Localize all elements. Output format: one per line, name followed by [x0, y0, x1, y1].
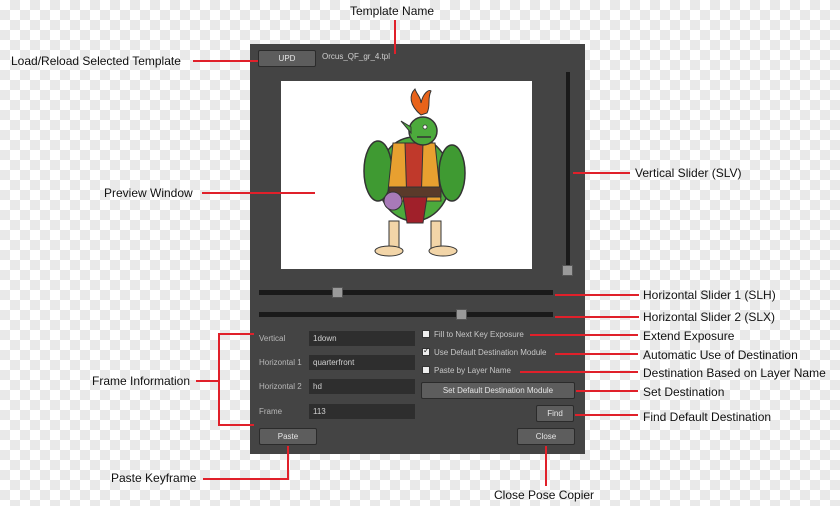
automatic-use-annotation: Automatic Use of Destination — [643, 348, 798, 362]
frame-bracket-side — [218, 333, 220, 426]
horizontal-slider-1-handle[interactable] — [332, 287, 343, 298]
horizontal-2-field[interactable]: hd — [309, 379, 415, 394]
upd-button[interactable]: UPD — [258, 50, 316, 67]
use-default-destination-label: Use Default Destination Module — [434, 348, 547, 357]
load-reload-line — [193, 60, 258, 62]
automatic-use-line — [555, 353, 638, 355]
find-default-annotation: Find Default Destination — [643, 410, 772, 424]
extend-exposure-line — [530, 334, 638, 336]
frame-bracket-bottom — [218, 424, 254, 426]
horizontal-slider-2-handle[interactable] — [456, 309, 467, 320]
horizontal-slider-1-line — [555, 294, 639, 296]
horizontal-2-label: Horizontal 2 — [259, 382, 302, 391]
frame-bracket-top — [218, 333, 254, 335]
paste-keyframe-line-h — [203, 478, 289, 480]
paste-by-layer-checkbox[interactable] — [422, 366, 430, 374]
template-name-line — [394, 20, 396, 54]
vertical-label: Vertical — [259, 334, 286, 343]
fill-next-key-checkbox[interactable] — [422, 330, 430, 338]
vertical-slider-line — [573, 172, 630, 174]
vertical-slider-handle[interactable] — [562, 265, 573, 276]
horizontal-1-label: Horizontal 1 — [259, 358, 302, 367]
frame-information-line — [196, 380, 218, 382]
paste-keyframe-line-v — [287, 446, 289, 479]
frame-label: Frame — [259, 407, 283, 416]
fill-next-key-label: Fill to Next Key Exposure — [434, 330, 524, 339]
frame-information-annotation: Frame Information — [92, 374, 191, 388]
set-destination-line — [576, 390, 638, 392]
preview-window-line — [202, 192, 315, 194]
template-file-name: Orcus_QF_gr_4.tpl — [322, 52, 391, 61]
template-name-annotation: Template Name — [350, 4, 435, 18]
destination-layer-line — [520, 371, 638, 373]
horizontal-slider-2-line — [555, 316, 639, 318]
preview-window-annotation: Preview Window — [104, 186, 193, 200]
paste-keyframe-annotation: Paste Keyframe — [111, 471, 197, 485]
horizontal-slider-1-track[interactable] — [259, 290, 553, 295]
destination-layer-annotation: Destination Based on Layer Name — [643, 366, 826, 380]
paste-by-layer-label: Paste by Layer Name — [434, 366, 511, 375]
vertical-field[interactable]: 1down — [309, 331, 415, 346]
preview-window — [281, 81, 532, 269]
close-button[interactable]: Close — [517, 428, 575, 445]
paste-button[interactable]: Paste — [259, 428, 317, 445]
set-default-destination-button[interactable]: Set Default Destination Module — [421, 382, 575, 399]
frame-field[interactable]: 113 — [309, 404, 415, 419]
character-preview-image — [363, 88, 466, 257]
horizontal-slider-2-annotation: Horizontal Slider 2 (SLX) — [643, 310, 776, 324]
close-pose-copier-line — [545, 446, 547, 486]
close-pose-copier-annotation: Close Pose Copier — [494, 488, 595, 502]
find-default-line — [575, 414, 638, 416]
use-default-destination-checkbox[interactable] — [422, 346, 430, 356]
vertical-slider-track[interactable] — [566, 72, 570, 272]
set-destination-annotation: Set Destination — [643, 385, 725, 399]
load-reload-annotation: Load/Reload Selected Template — [11, 54, 181, 68]
horizontal-slider-1-annotation: Horizontal Slider 1 (SLH) — [643, 288, 776, 302]
vertical-slider-annotation: Vertical Slider (SLV) — [635, 166, 742, 180]
horizontal-1-field[interactable]: quarterfront — [309, 355, 415, 370]
extend-exposure-annotation: Extend Exposure — [643, 329, 735, 343]
find-button[interactable]: Find — [536, 405, 574, 422]
horizontal-slider-2-track[interactable] — [259, 312, 553, 317]
